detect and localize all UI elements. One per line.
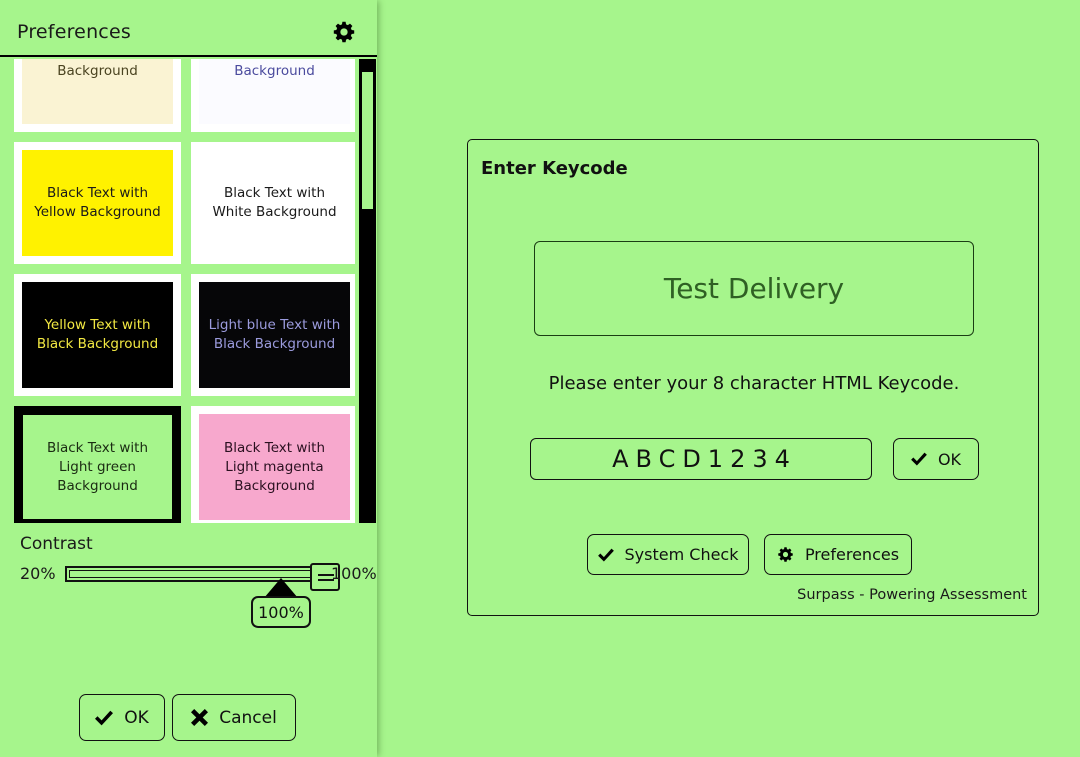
swatch-preview: Black Text with Yellow Background: [22, 150, 173, 256]
swatch-black-text-yellow-background[interactable]: Black Text with Yellow Background: [14, 142, 181, 264]
contrast-label: Contrast: [20, 534, 93, 554]
swatch-yellow-text-black-background[interactable]: Yellow Text with Black Background: [14, 274, 181, 396]
test-delivery-label: Test Delivery: [663, 272, 845, 305]
swatch-label: Background: [57, 62, 138, 79]
keycode-ok-label: OK: [937, 449, 962, 469]
swatch-preview: Yellow Text with Black Background: [22, 282, 173, 388]
keycode-input[interactable]: [530, 438, 872, 480]
gear-icon[interactable]: [332, 20, 356, 44]
preferences-button-label: Preferences: [804, 545, 900, 564]
swatch-label: Black Text with Light green Background: [46, 439, 149, 494]
keycode-ok-button[interactable]: OK: [893, 438, 979, 480]
swatch-preview: Black Text with Light magenta Background: [199, 414, 350, 520]
preferences-cancel-button[interactable]: Cancel: [172, 694, 296, 741]
app-root: Preferences Background Background Black Te…: [0, 0, 1080, 757]
contrast-tooltip: 100%: [251, 596, 311, 628]
preferences-panel: Preferences Background Background Black Te…: [0, 0, 377, 757]
contrast-slider-row: 20% 100%: [20, 562, 377, 591]
contrast-min-label: 20%: [20, 564, 56, 583]
swatch-black-text-light-magenta-background[interactable]: Black Text with Light magenta Background: [191, 406, 355, 523]
checkmark-icon: [911, 452, 927, 466]
swatch-label: Black Text with White Background: [212, 185, 337, 220]
swatch-label: Black Text with Light magenta Background: [223, 439, 326, 494]
system-check-label: System Check: [624, 545, 739, 564]
swatch-preview: Background: [22, 59, 173, 124]
swatch-label: Black Text with Yellow Background: [34, 185, 161, 220]
swatch-blue-text-white-background[interactable]: Background: [191, 59, 355, 132]
checkmark-icon: [95, 710, 114, 726]
keycode-dialog-heading: Enter Keycode: [481, 158, 628, 179]
swatch-dark-text-cream-background[interactable]: Background: [14, 59, 181, 132]
swatch-preview: Background: [199, 59, 350, 124]
swatch-light-blue-text-black-background[interactable]: Light blue Text with Black Background: [191, 274, 355, 396]
preferences-ok-label: OK: [124, 707, 149, 728]
swatch-grid: Background Background Black Text with Yell…: [0, 59, 355, 523]
preferences-ok-button[interactable]: OK: [79, 694, 165, 741]
swatch-scrollbar[interactable]: [359, 59, 376, 523]
swatch-label: Light blue Text with Black Background: [208, 317, 341, 352]
swatch-scroll-region: Background Background Black Text with Yell…: [0, 59, 355, 523]
keycode-dialog: Enter Keycode Test Delivery Please enter…: [467, 139, 1039, 616]
swatch-preview: Black Text with Light green Background: [23, 415, 172, 519]
keycode-instruction: Please enter your 8 character HTML Keyco…: [548, 373, 960, 394]
brand-line: Surpass - Powering Assessment: [797, 587, 1027, 603]
contrast-slider-fill: [69, 570, 319, 578]
swatch-black-text-light-green-background[interactable]: Black Text with Light green Background: [14, 406, 181, 523]
swatch-preview: Black Text with White Background: [199, 150, 350, 256]
system-check-button[interactable]: System Check: [587, 534, 749, 575]
swatch-label: Yellow Text with Black Background: [36, 317, 159, 352]
swatch-black-text-white-background[interactable]: Black Text with White Background: [191, 142, 355, 264]
preferences-header: Preferences: [0, 0, 377, 57]
cross-icon: [191, 709, 209, 726]
preferences-button[interactable]: Preferences: [764, 534, 912, 575]
contrast-max-label: 100%: [331, 564, 377, 583]
preferences-title: Preferences: [17, 21, 131, 43]
swatch-preview: Light blue Text with Black Background: [199, 282, 350, 388]
swatch-scrollbar-thumb[interactable]: [360, 70, 375, 211]
contrast-tooltip-arrow: [264, 578, 298, 598]
swatch-label: Background: [234, 62, 315, 79]
test-delivery-box: Test Delivery: [534, 241, 974, 336]
checkmark-icon: [597, 548, 614, 562]
preferences-cancel-label: Cancel: [219, 707, 277, 728]
gear-icon: [777, 546, 794, 563]
